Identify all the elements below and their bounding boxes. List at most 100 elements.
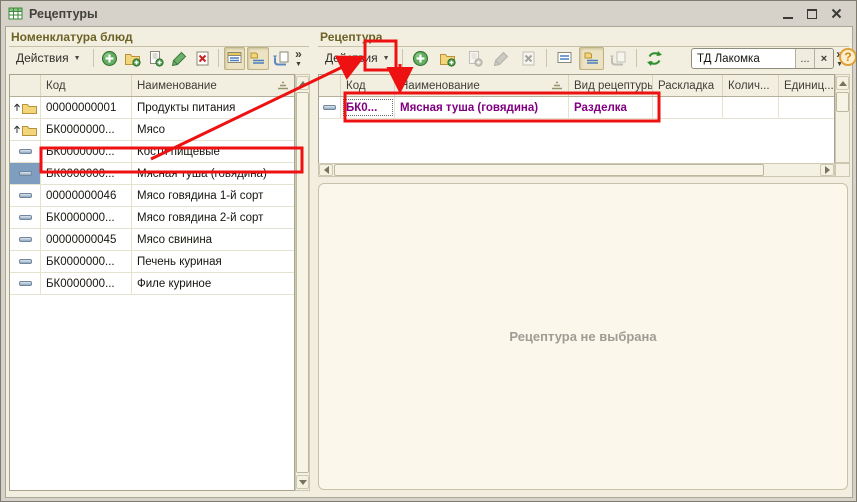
header-unit[interactable]: Единиц... xyxy=(779,75,834,96)
choose-button[interactable]: ... xyxy=(795,49,814,68)
group-icon xyxy=(10,97,41,118)
add-folder-icon xyxy=(124,50,141,67)
scroll-thumb[interactable] xyxy=(836,92,849,112)
clear-button[interactable]: × xyxy=(814,49,833,68)
header-icon-column[interactable] xyxy=(10,75,41,96)
left-toolbar-overflow[interactable]: » ▼ xyxy=(295,48,302,68)
item-icon xyxy=(10,163,41,184)
set-list-mode-button[interactable] xyxy=(606,47,631,70)
add-button[interactable] xyxy=(98,47,119,70)
scroll-up-button[interactable] xyxy=(836,76,849,90)
header-name-label: Наименование xyxy=(137,80,217,92)
left-table-header: Код Наименование xyxy=(10,75,294,97)
add-recipe-button[interactable] xyxy=(408,47,433,70)
delete-button[interactable] xyxy=(192,47,213,70)
edit-button[interactable] xyxy=(168,47,189,70)
cell-name: Мясо говядина 1-й сорт xyxy=(132,185,294,206)
cell-name: Мясо xyxy=(132,119,294,140)
table-row[interactable]: БК0000000... Мясо говядина 2-й сорт xyxy=(10,207,294,229)
copy-button[interactable] xyxy=(462,47,487,70)
delete-icon xyxy=(194,50,211,67)
table-row[interactable]: БК0000000... Печень куриная xyxy=(10,251,294,273)
hierarchy-view-button[interactable] xyxy=(224,47,245,70)
dropdown-arrow-icon: ▼ xyxy=(383,55,390,62)
table-row[interactable]: 00000000001 Продукты питания xyxy=(10,97,294,119)
toolbar-separator xyxy=(402,49,403,67)
overflow-down-icon: ▼ xyxy=(295,61,302,68)
cell-name: Мясо свинина xyxy=(132,229,294,250)
list-view-button[interactable] xyxy=(579,47,604,70)
scroll-thumb[interactable] xyxy=(334,164,764,176)
help-button[interactable]: ? xyxy=(839,48,857,66)
header-icon-column[interactable] xyxy=(319,75,341,96)
edit-button[interactable] xyxy=(489,47,514,70)
edit-pencil-icon xyxy=(493,50,510,67)
right-actions-label: Действия xyxy=(325,51,378,65)
hierarchy-view-button[interactable] xyxy=(552,47,577,70)
list-view-icon xyxy=(249,50,266,67)
set-list-mode-button[interactable] xyxy=(271,47,292,70)
cell-code: 00000000046 xyxy=(41,185,132,206)
scrollbar-corner xyxy=(835,163,850,177)
refresh-icon xyxy=(646,50,663,67)
list-view-button[interactable] xyxy=(247,47,268,70)
minimize-button[interactable] xyxy=(781,7,795,21)
left-toolbar: Действия ▼ xyxy=(9,45,292,71)
delete-icon xyxy=(520,50,537,67)
close-button[interactable] xyxy=(829,7,843,21)
item-icon xyxy=(10,207,41,228)
scroll-down-button[interactable] xyxy=(296,475,309,489)
scroll-up-button[interactable] xyxy=(296,76,309,90)
header-code[interactable]: Код xyxy=(41,75,132,96)
table-row[interactable]: 00000000045 Мясо свинина xyxy=(10,229,294,251)
header-layout[interactable]: Раскладка xyxy=(653,75,723,96)
toolbar-separator xyxy=(546,49,547,67)
left-table-vscrollbar[interactable] xyxy=(295,74,310,491)
header-quantity[interactable]: Колич... xyxy=(723,75,779,96)
add-group-button[interactable] xyxy=(435,47,460,70)
right-table-vscrollbar[interactable] xyxy=(835,74,850,163)
header-name[interactable]: Наименование xyxy=(132,75,294,96)
scroll-right-button[interactable] xyxy=(820,164,834,176)
window-grid-icon xyxy=(8,6,23,21)
refresh-button[interactable] xyxy=(642,47,667,70)
table-empty-area xyxy=(10,295,294,490)
right-table-hscrollbar[interactable] xyxy=(318,163,835,177)
titlebar: Рецептуры xyxy=(4,3,853,24)
table-row[interactable]: БК0000000... Филе куриное xyxy=(10,273,294,295)
table-row[interactable]: БК0000000... Кости пищевые xyxy=(10,141,294,163)
add-group-button[interactable] xyxy=(122,47,143,70)
toolbar-separator xyxy=(218,49,219,67)
left-actions-button[interactable]: Действия ▼ xyxy=(9,47,88,69)
table-row-selected[interactable]: БК0000000... Мясная туша (говядина) xyxy=(10,163,294,185)
right-actions-button[interactable]: Действия ▼ xyxy=(318,47,397,69)
owner-filter-field[interactable]: ТД Лакомка ... × xyxy=(691,48,834,69)
recipe-details-panel: Рецептура не выбрана xyxy=(318,183,848,490)
copy-icon xyxy=(466,50,483,67)
cell-code: БК0000000... xyxy=(41,251,132,272)
toolbar-separator xyxy=(636,49,637,67)
cell-name: Мясная туша (говядина) xyxy=(395,97,569,118)
header-recipe-kind[interactable]: Вид рецептуры xyxy=(569,75,653,96)
maximize-button[interactable] xyxy=(805,7,819,21)
cell-quantity xyxy=(723,97,779,118)
owner-filter-value: ТД Лакомка xyxy=(692,49,795,68)
cell-code: БК0000000... xyxy=(41,141,132,162)
cell-name: Кости пищевые xyxy=(132,141,294,162)
recipe-row[interactable]: БК0... Мясная туша (говядина) Разделка xyxy=(319,97,834,119)
delete-button[interactable] xyxy=(516,47,541,70)
cell-unit xyxy=(779,97,834,118)
table-row[interactable]: БК0000000... Мясо xyxy=(10,119,294,141)
recipes-table: Код Наименование Вид рецептуры Раскладка… xyxy=(318,74,835,163)
level-up-icon xyxy=(14,103,20,112)
table-row[interactable]: 00000000046 Мясо говядина 1-й сорт xyxy=(10,185,294,207)
cell-layout xyxy=(653,97,723,118)
copy-icon xyxy=(147,50,164,67)
item-icon xyxy=(10,229,41,250)
cell-name: Мясо говядина 2-й сорт xyxy=(132,207,294,228)
copy-button[interactable] xyxy=(145,47,166,70)
scroll-thumb[interactable] xyxy=(296,92,309,473)
scroll-left-button[interactable] xyxy=(319,164,333,176)
header-name[interactable]: Наименование xyxy=(395,75,569,96)
header-code[interactable]: Код xyxy=(341,75,395,96)
